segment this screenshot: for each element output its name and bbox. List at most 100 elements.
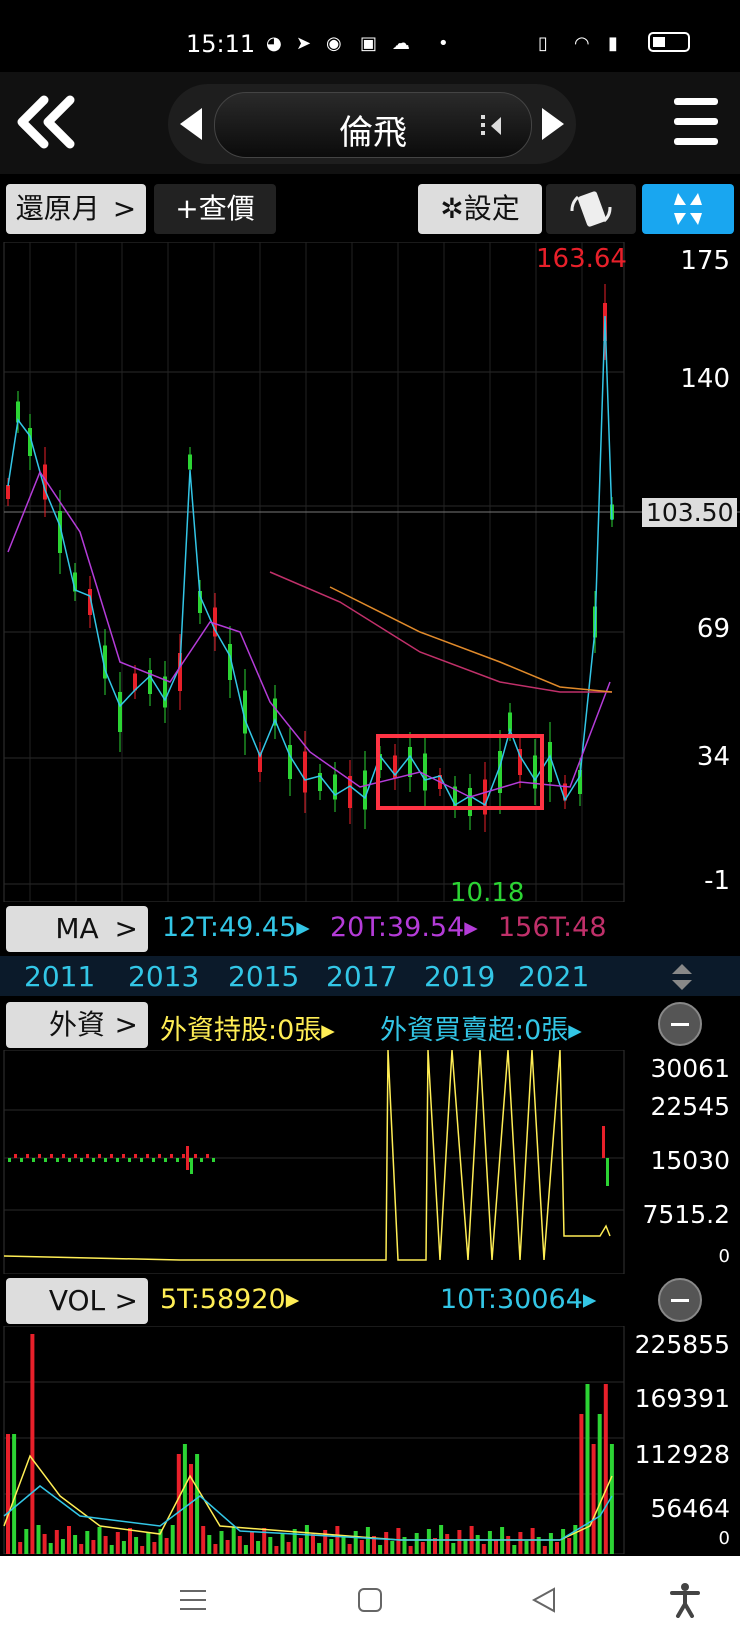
candle-body <box>423 753 427 791</box>
play-pause-icon[interactable] <box>479 113 509 139</box>
period-label: 還原月 <box>15 192 100 225</box>
y-tick-69: 69 <box>696 614 730 644</box>
menu-button[interactable] <box>674 94 722 150</box>
back-nav-icon[interactable] <box>530 1586 558 1614</box>
stock-name-pill[interactable]: 倫飛 <box>214 92 532 158</box>
volume-bar <box>121 1541 126 1554</box>
volume-bar <box>231 1527 236 1554</box>
chevron-right-icon: > <box>114 1284 138 1317</box>
volume-bar <box>353 1531 358 1554</box>
volume-bar <box>335 1526 340 1554</box>
volume-bar <box>591 1444 596 1554</box>
vol-button[interactable]: VOL > <box>6 1278 148 1324</box>
volume-bar <box>48 1543 53 1554</box>
prev-stock-button[interactable] <box>176 106 206 142</box>
foreign-button[interactable]: 外資 > <box>6 1002 148 1048</box>
volume-bar <box>451 1543 456 1554</box>
foreign-bar <box>176 1158 179 1162</box>
status-bar: 15:11 ◕ ➤ ◉ ▣ ☁ • ▯ ◠ ▮ <box>0 0 740 72</box>
candle-body <box>408 747 412 777</box>
foreign-bar <box>128 1158 131 1162</box>
chart-frame <box>3 1049 625 1275</box>
highlight-box <box>376 734 544 810</box>
volume-bar <box>73 1535 78 1554</box>
foreign-bar <box>212 1158 215 1162</box>
volume-bar <box>24 1529 29 1554</box>
volume-bar <box>304 1525 309 1554</box>
foreign-bar <box>92 1158 95 1162</box>
volume-bar <box>140 1546 145 1554</box>
volume-bar <box>79 1544 84 1554</box>
foreign-chart-panel[interactable]: 30061 22545 15030 7515.2 0 <box>0 1049 740 1275</box>
ma-bar: MA > 12T:49.45▸ 20T:39.54▸ 156T:48 <box>0 902 740 954</box>
volume-bar <box>347 1544 352 1554</box>
candle-body <box>188 454 192 470</box>
volume-chart-panel[interactable]: 225855 169391 112928 56464 0 <box>0 1325 740 1555</box>
vol-tick-3: 56464 <box>650 1494 730 1523</box>
foreign-bar <box>182 1154 185 1158</box>
volume-bar <box>225 1540 230 1554</box>
volume-bar <box>597 1414 602 1554</box>
foreign-bar <box>116 1158 119 1162</box>
foreign-bar <box>606 1158 609 1186</box>
volume-bar <box>176 1454 181 1554</box>
vol-ma10: 10T:30064▸ <box>440 1284 597 1315</box>
foreign-bar <box>56 1158 59 1162</box>
back-button[interactable] <box>8 92 78 152</box>
volume-bar <box>103 1536 108 1554</box>
year-2015: 2015 <box>228 960 300 993</box>
foreign-bar <box>8 1158 11 1162</box>
quote-button[interactable]: +查價 <box>154 184 276 234</box>
ma-label: MA <box>55 912 99 945</box>
settings-button[interactable]: ✲設定 <box>418 184 542 234</box>
volume-bar <box>603 1384 608 1554</box>
y-tick-34: 34 <box>696 742 730 772</box>
volume-bar <box>164 1538 169 1554</box>
volume-bar <box>18 1542 23 1554</box>
foreign-bar <box>170 1154 173 1158</box>
price-chart-panel[interactable]: 163.64 10.18 103.50 175 140 69 34 -1 <box>0 241 740 908</box>
collapse-arrows-icon <box>674 193 702 225</box>
foreign-holding-line <box>3 1049 611 1261</box>
foreign-bar <box>200 1158 203 1162</box>
collapse-vol-button[interactable] <box>658 1278 702 1322</box>
recent-apps-icon[interactable] <box>178 1586 208 1614</box>
volume-bar <box>207 1535 212 1554</box>
accessibility-icon[interactable] <box>670 1582 700 1618</box>
hamburger-icon <box>674 98 718 145</box>
signal-icon: ▮ <box>608 33 618 54</box>
volume-bar <box>329 1539 334 1554</box>
foreign-bar <box>38 1154 41 1158</box>
resize-updown-icon[interactable] <box>670 962 694 992</box>
volume-bar <box>567 1538 572 1554</box>
volume-bar <box>561 1529 566 1554</box>
volume-chart[interactable] <box>0 1325 740 1555</box>
rotate-button[interactable] <box>546 184 636 234</box>
volume-bar <box>518 1532 523 1554</box>
next-stock-button[interactable] <box>538 106 568 142</box>
app-header: 倫飛 <box>0 72 740 174</box>
home-icon[interactable] <box>356 1586 384 1614</box>
current-price-tag: 103.50 <box>642 498 738 527</box>
volume-bar <box>36 1525 41 1554</box>
volume-bar <box>292 1529 297 1554</box>
period-button[interactable]: 還原月 > <box>6 184 146 234</box>
foreign-bar <box>98 1154 101 1158</box>
volume-bar <box>134 1537 139 1554</box>
u-app-icon: ▣ <box>360 33 378 54</box>
foreign-chart[interactable] <box>0 1049 740 1275</box>
foreign-bar <box>110 1154 113 1158</box>
vol-tick-2: 112928 <box>634 1440 730 1469</box>
price-chart[interactable] <box>0 241 740 903</box>
volume-bar <box>250 1532 254 1554</box>
foreign-bar <box>164 1158 167 1162</box>
year-2019: 2019 <box>424 960 496 993</box>
volume-bar <box>243 1545 248 1554</box>
fullscreen-button[interactable] <box>642 184 734 234</box>
volume-bar <box>548 1533 553 1554</box>
foreign-bar <box>14 1154 17 1158</box>
volume-bar <box>390 1541 395 1554</box>
ma-button[interactable]: MA > <box>6 906 148 952</box>
collapse-foreign-button[interactable] <box>658 1002 702 1046</box>
volume-bar <box>213 1544 218 1554</box>
